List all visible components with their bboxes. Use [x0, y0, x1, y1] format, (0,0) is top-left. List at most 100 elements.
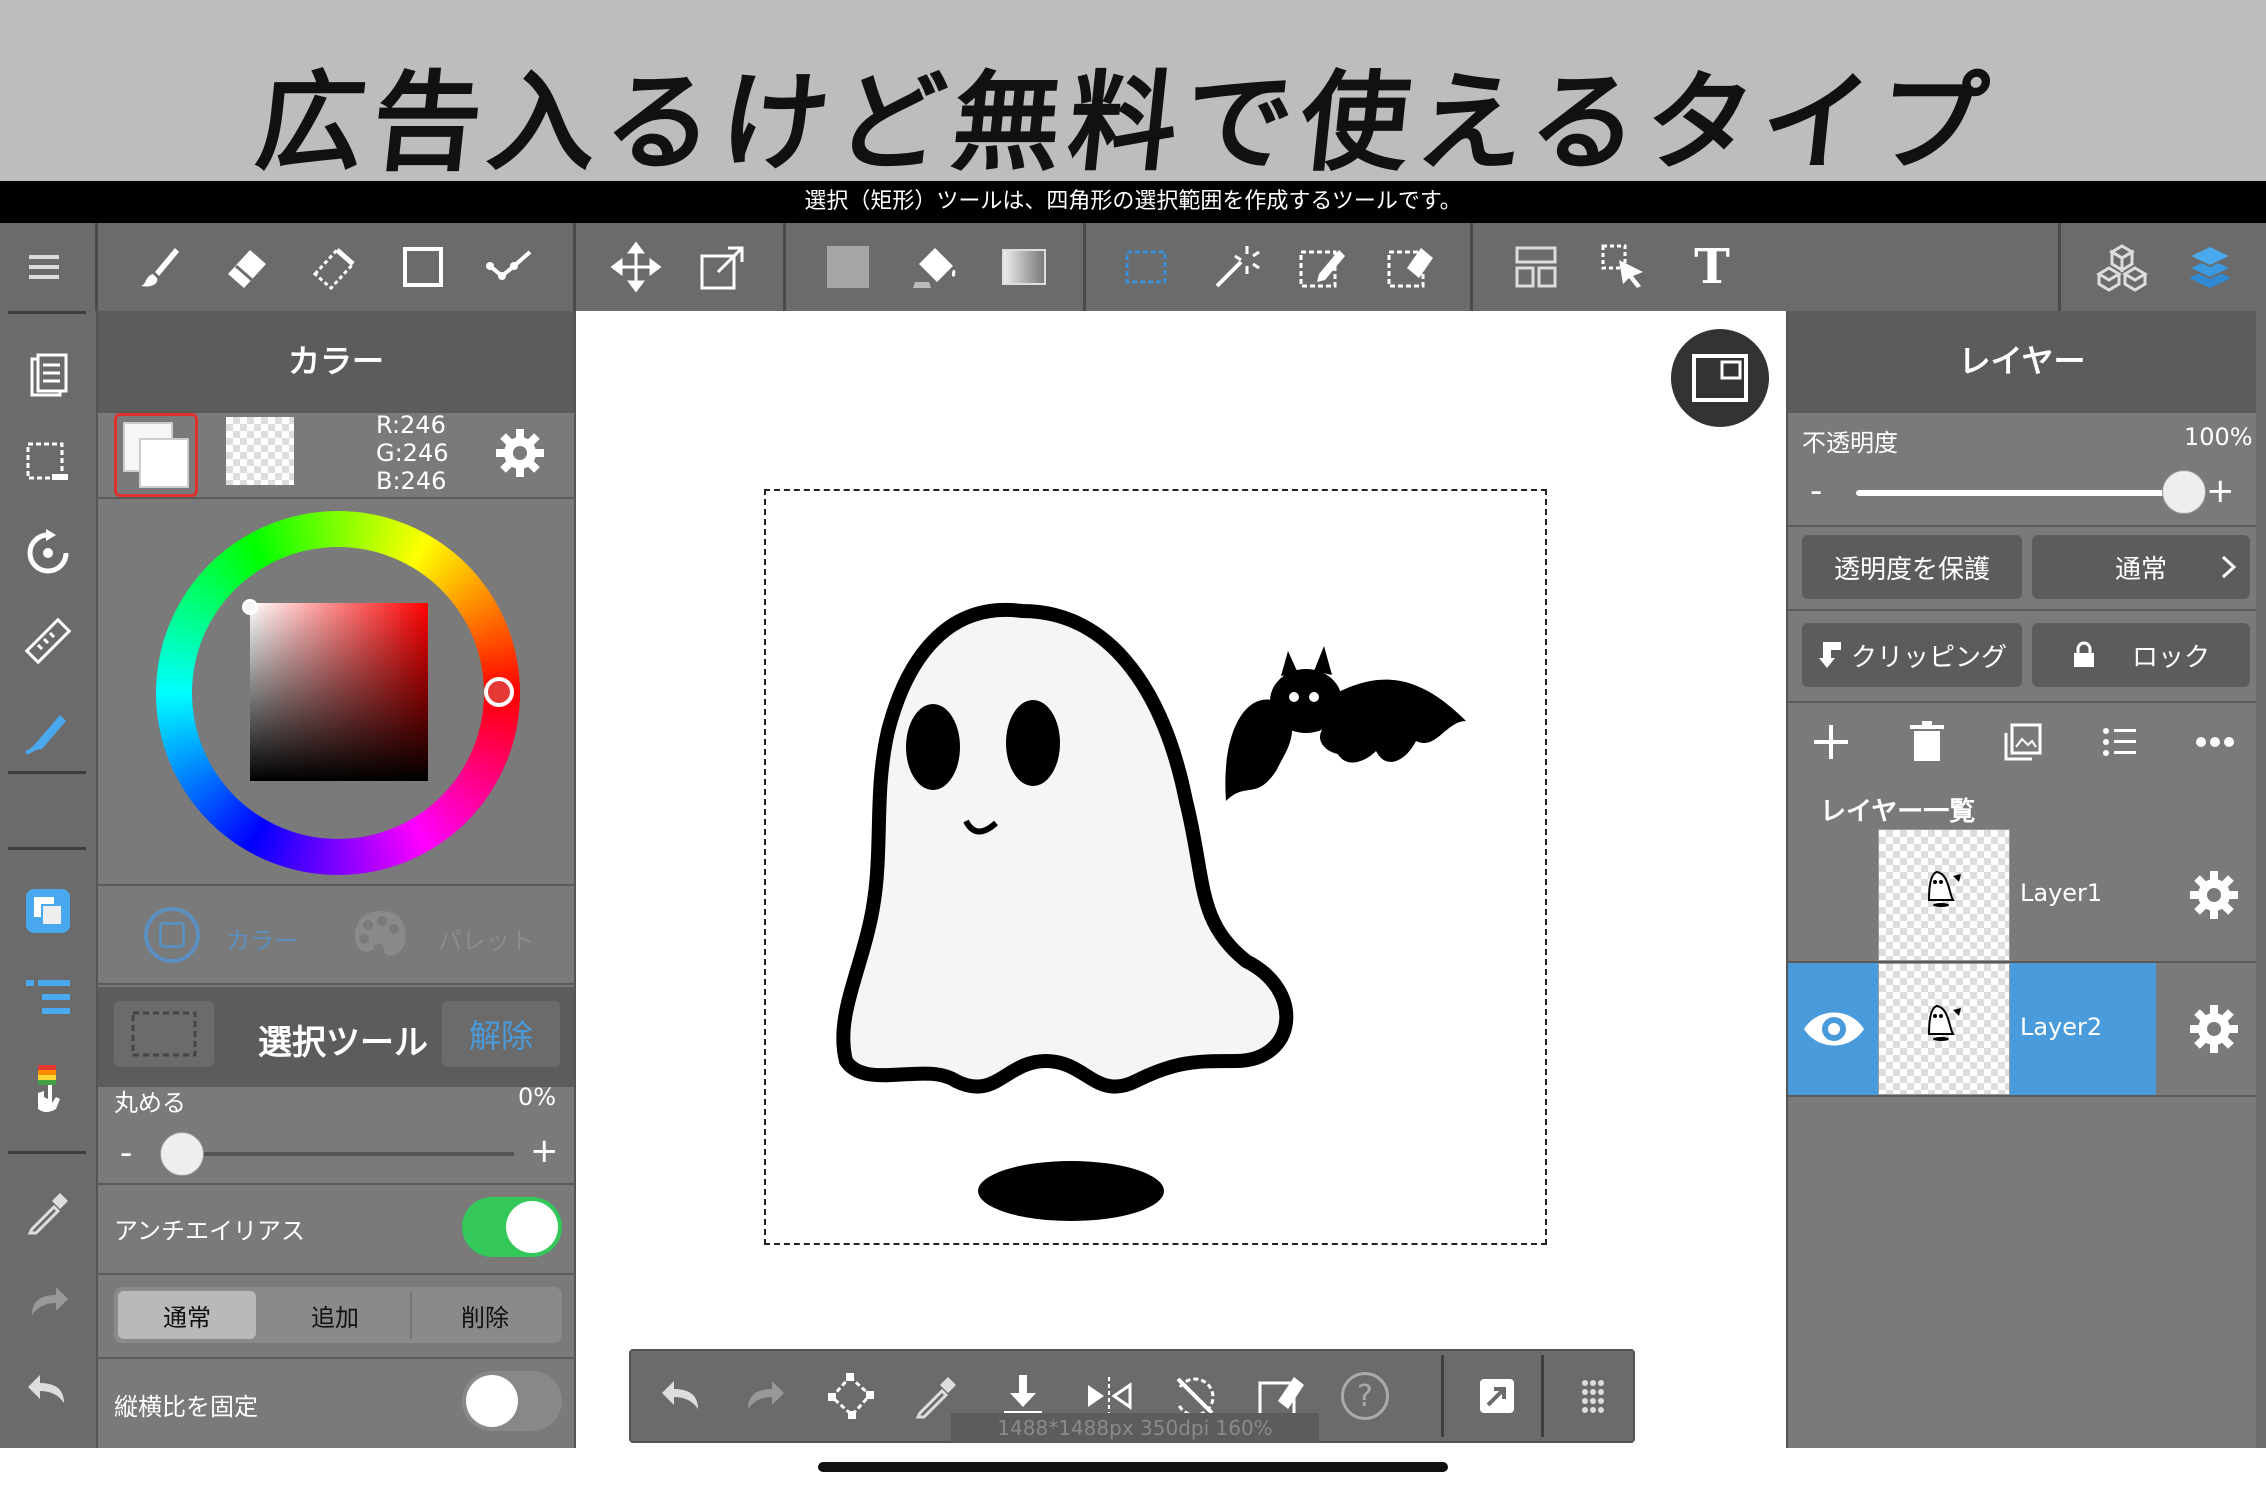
clipping-label: クリッピング	[1850, 642, 2007, 673]
round-slider-knob[interactable]	[160, 1132, 204, 1176]
lock-button[interactable]: ロック	[2032, 623, 2250, 687]
properties-icon[interactable]	[4, 958, 92, 1038]
right-edge-strip	[2256, 311, 2266, 1448]
main-color-swatch[interactable]	[114, 413, 198, 497]
sv-marker[interactable]	[242, 599, 258, 615]
add-layer-icon[interactable]	[1804, 715, 1858, 773]
blend-mode-label: 通常	[2114, 554, 2167, 585]
select-eraser-icon[interactable]	[1366, 223, 1454, 311]
help-glyph: ?	[1341, 1372, 1389, 1420]
text-icon[interactable]: T	[1668, 223, 1756, 311]
round-slider[interactable]	[160, 1132, 514, 1176]
rgb-b: B:246	[376, 467, 447, 495]
gradient-icon[interactable]	[980, 223, 1068, 311]
select-preview-icon	[114, 1001, 214, 1067]
magic-wand-icon[interactable]	[1190, 223, 1278, 311]
share-icon[interactable]	[1455, 1351, 1539, 1441]
layer-name: Layer1	[2020, 879, 2103, 907]
transparent-swatch[interactable]	[226, 417, 294, 485]
antialias-toggle[interactable]	[462, 1197, 562, 1257]
help-icon[interactable]: ?	[1323, 1351, 1407, 1441]
hue-marker[interactable]	[484, 677, 514, 707]
menu-icon[interactable]	[0, 223, 88, 311]
tool-tip-bar: 選択（矩形）ツールは、四角形の選択範囲を作成するツールです。	[0, 181, 2266, 223]
select-pen-icon[interactable]	[1278, 223, 1366, 311]
undo-icon[interactable]	[4, 1349, 92, 1429]
rotate-canvas-icon[interactable]	[4, 513, 92, 593]
palette-tab-icon[interactable]	[350, 907, 410, 967]
ruler-icon[interactable]	[4, 601, 92, 681]
layers-icon[interactable]	[2166, 223, 2254, 311]
round-plus-button[interactable]: +	[530, 1131, 559, 1171]
fullscreen-icon[interactable]	[1671, 329, 1769, 427]
move-icon[interactable]	[592, 223, 680, 311]
fill-color-icon[interactable]	[804, 223, 892, 311]
canvas-area[interactable]	[576, 311, 1786, 1448]
clipping-arrow-icon	[1818, 642, 1841, 668]
layer-list-icon[interactable]	[2092, 715, 2146, 773]
layer-row-layer2[interactable]: Layer2	[1788, 963, 2256, 1095]
layout-icon[interactable]	[1492, 223, 1580, 311]
round-label: 丸める	[114, 1089, 186, 1117]
saturation-value-square[interactable]	[250, 603, 428, 781]
layer-list-title: レイヤー一覧	[1820, 797, 1976, 827]
pages-icon[interactable]	[4, 337, 92, 417]
protect-alpha-button[interactable]: 透明度を保護	[1802, 535, 2022, 599]
eyedropper-icon[interactable]	[4, 1173, 92, 1253]
transform-selection-icon[interactable]	[809, 1351, 893, 1441]
transform-icon[interactable]	[679, 223, 767, 311]
opacity-label: 不透明度	[1802, 429, 1898, 457]
eraser-icon[interactable]	[203, 223, 291, 311]
layers-panel: レイヤー 不透明度 100% - + 透明度を保護 通常 クリッピング ロック	[1786, 311, 2256, 1448]
palette-tab-label[interactable]: パレット	[438, 921, 534, 956]
clipping-button[interactable]: クリッピング	[1802, 623, 2022, 687]
material-icon[interactable]	[2078, 223, 2166, 311]
layer-settings-gear-icon[interactable]	[2186, 1001, 2242, 1061]
opacity-slider-knob[interactable]	[2162, 470, 2206, 514]
canvas-status: 1488*1488px 350dpi 160%	[951, 1413, 1319, 1443]
round-minus-button[interactable]: -	[120, 1133, 132, 1173]
mode-add[interactable]: 追加	[264, 1291, 406, 1339]
mode-normal[interactable]: 通常	[118, 1291, 256, 1339]
delete-layer-icon[interactable]	[1900, 715, 1954, 773]
release-button[interactable]: 解除	[442, 1001, 560, 1067]
grip-dots-icon[interactable]	[1551, 1351, 1635, 1441]
opacity-plus-button[interactable]: +	[2206, 471, 2235, 511]
duplicate-layer-icon[interactable]	[1996, 715, 2050, 773]
layer-row-layer1[interactable]: Layer1	[1788, 829, 2256, 961]
fix-ratio-toggle[interactable]	[462, 1371, 562, 1431]
mode-subtract[interactable]: 削除	[410, 1291, 558, 1339]
ad-banner[interactable]: 広告入るけど無料で使えるタイプ	[0, 0, 2266, 186]
color-settings-gear-icon[interactable]	[492, 425, 548, 485]
selection-tool-title: 選択ツール	[258, 1023, 428, 1063]
select-rect-icon[interactable]	[1102, 223, 1190, 311]
blur-eraser-icon[interactable]	[290, 223, 378, 311]
operation-icon[interactable]	[1580, 223, 1668, 311]
color-tab-icon[interactable]	[144, 907, 200, 963]
selection-mode-segment: 通常 追加 削除	[114, 1287, 562, 1343]
color-tab-label[interactable]: カラー	[226, 921, 298, 956]
bottom-action-bar: ? 1488*1488px 350dpi 160%	[629, 1349, 1635, 1443]
lock-label: ロック	[2131, 642, 2210, 673]
side-tools	[0, 311, 96, 1448]
selection-show-icon[interactable]	[4, 424, 92, 504]
brush-icon[interactable]	[116, 223, 204, 311]
opacity-minus-button[interactable]: -	[1810, 471, 1822, 511]
undo-icon[interactable]	[639, 1351, 723, 1441]
eye-visibility-icon[interactable]	[1800, 1001, 1868, 1061]
more-options-icon[interactable]	[2188, 715, 2242, 773]
bucket-icon[interactable]	[892, 223, 980, 311]
layer-thumbnail	[1878, 829, 2010, 961]
line-icon[interactable]	[467, 223, 555, 311]
redo-icon[interactable]	[723, 1351, 807, 1441]
redo-icon[interactable]	[4, 1261, 92, 1341]
layer-settings-gear-icon[interactable]	[2186, 867, 2242, 927]
opacity-slider[interactable]	[1856, 470, 2206, 514]
fix-ratio-label: 縦横比を固定	[114, 1393, 258, 1421]
color-swap-icon[interactable]	[4, 871, 92, 951]
blend-mode-button[interactable]: 通常	[2032, 535, 2250, 599]
snap-pen-icon[interactable]	[4, 691, 92, 771]
brush-select-icon[interactable]	[4, 1049, 92, 1129]
opacity-value: 100%	[2184, 423, 2253, 451]
rectangle-icon[interactable]	[379, 223, 467, 311]
